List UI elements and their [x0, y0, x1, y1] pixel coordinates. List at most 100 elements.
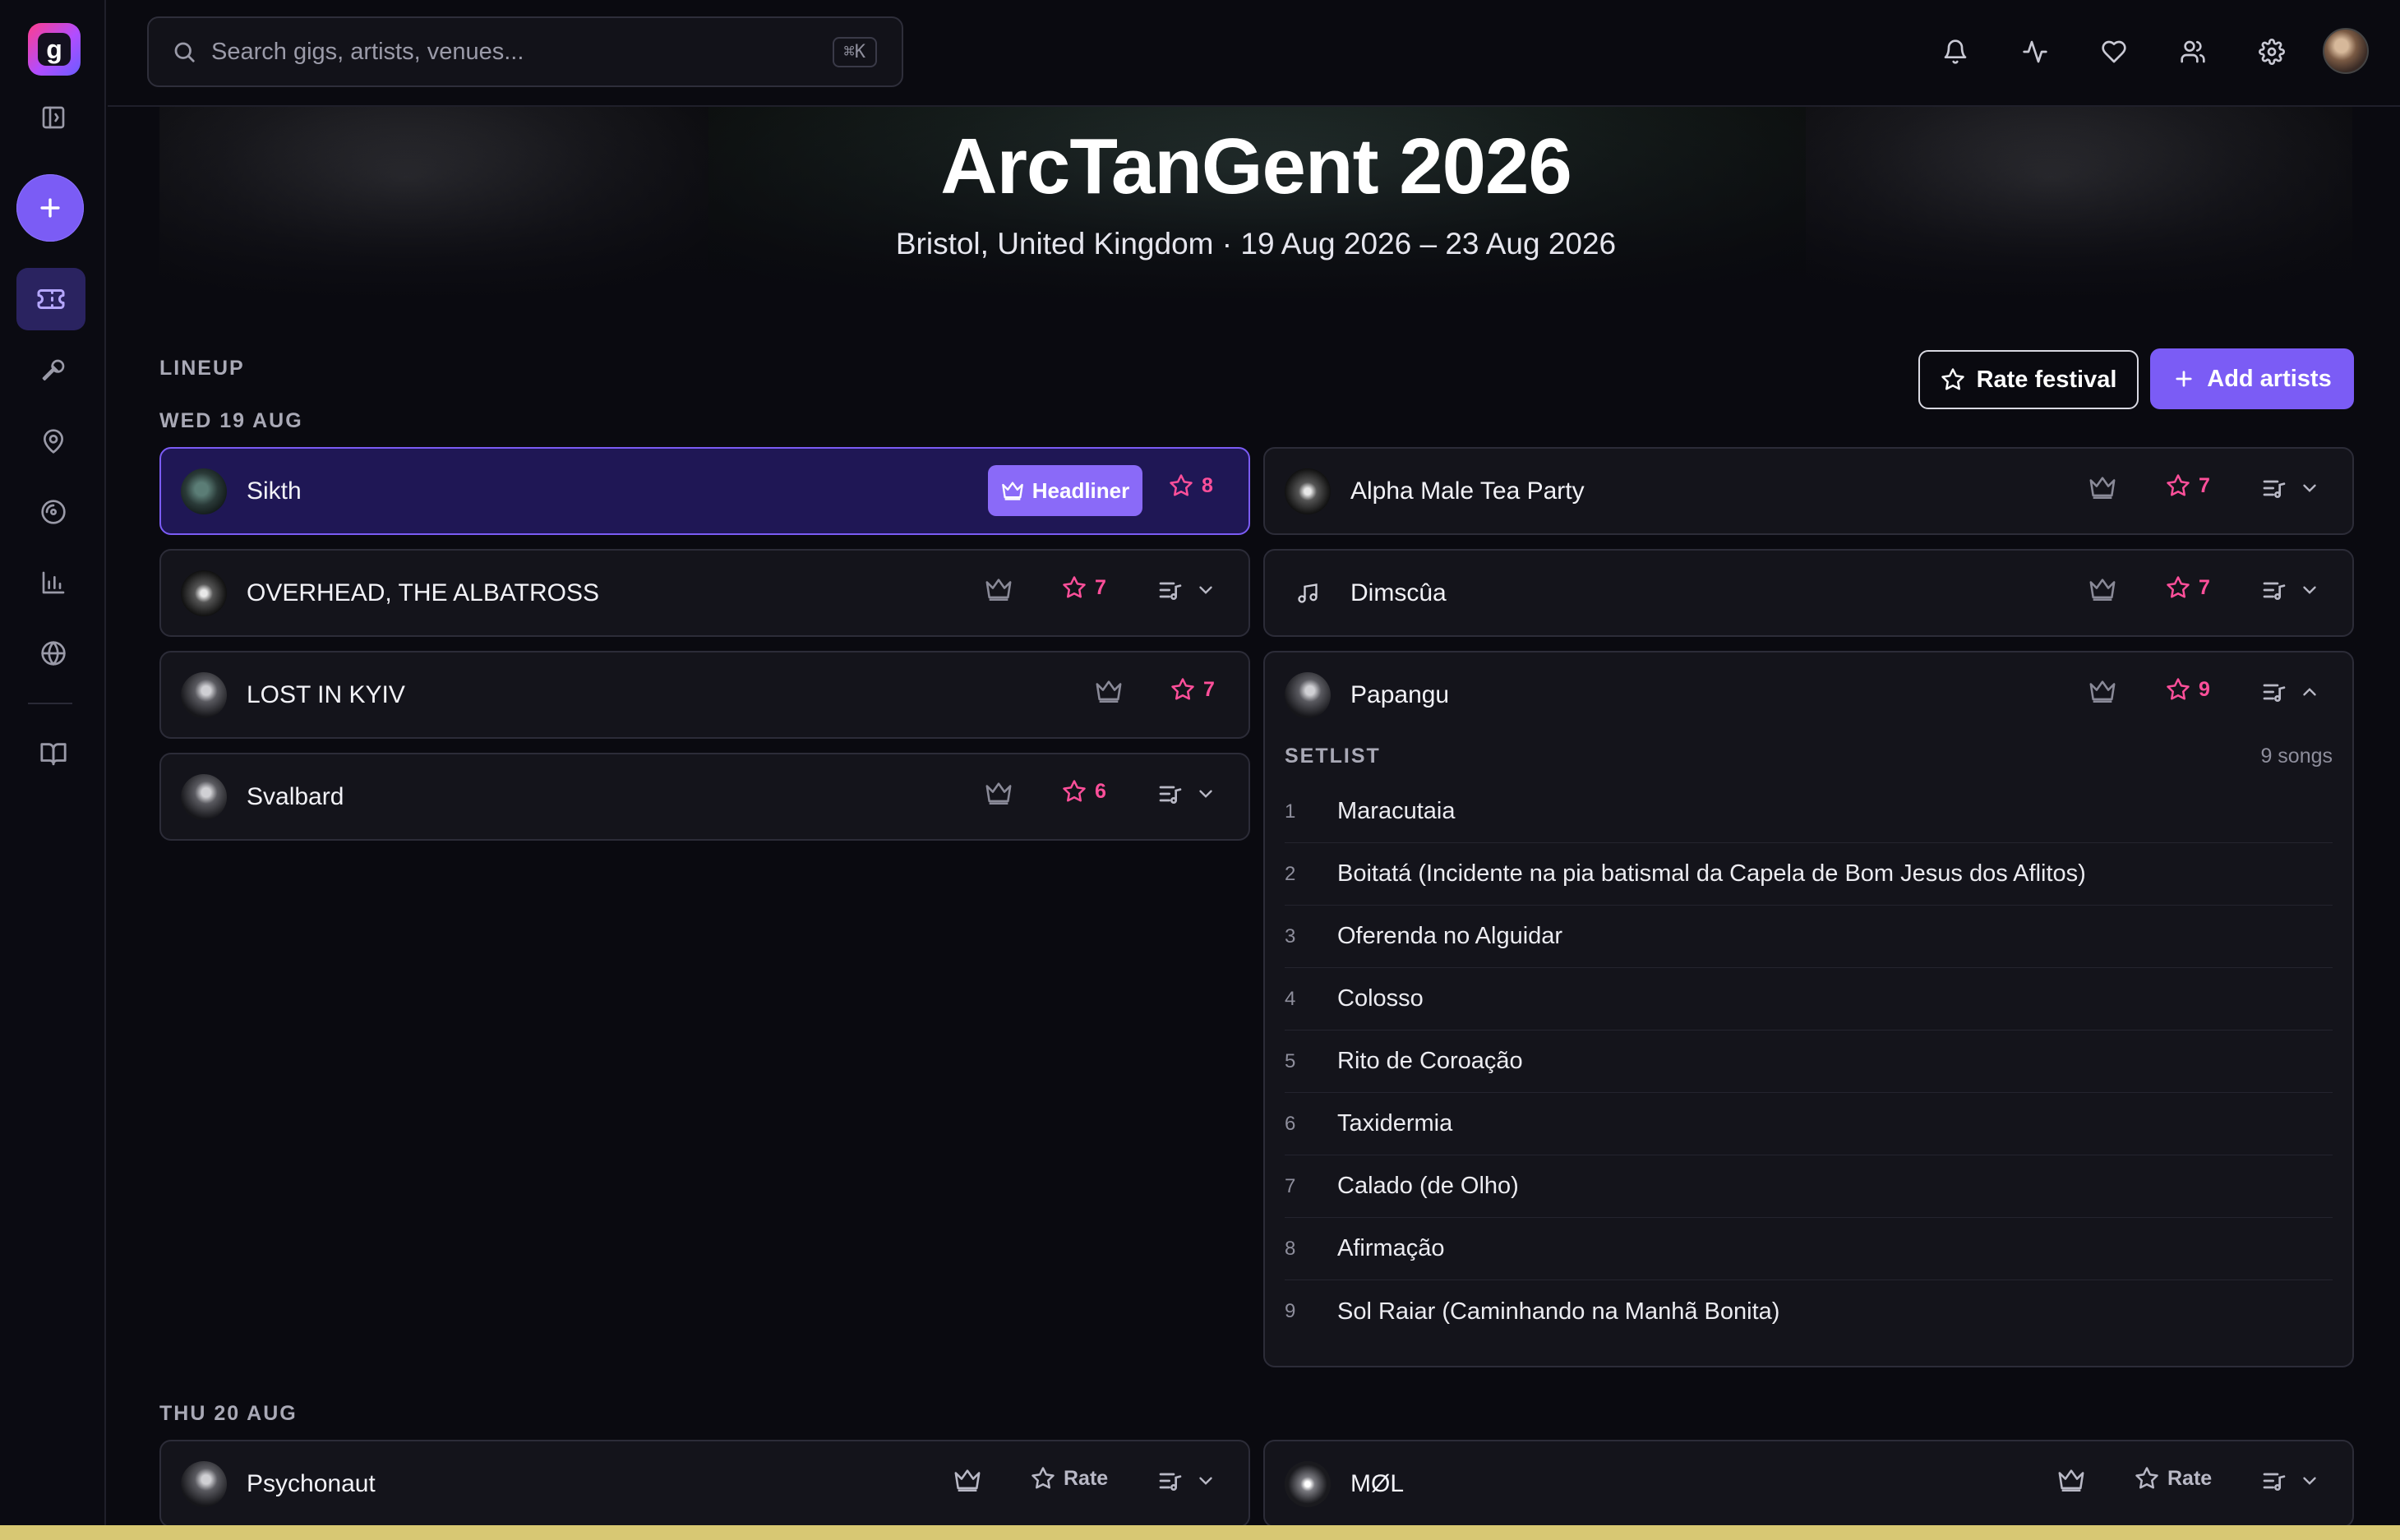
- artist-card-sikth[interactable]: Sikth Headliner 8: [159, 447, 1250, 535]
- setlist-item: 4 Colosso: [1285, 968, 2333, 1031]
- artist-name: Papangu: [1350, 681, 1450, 708]
- settings-button[interactable]: [2247, 27, 2296, 76]
- set-headliner-button[interactable]: [2057, 1466, 2085, 1494]
- setlist-toggle[interactable]: [1157, 577, 1216, 603]
- artist-row[interactable]: Sikth Headliner 8: [161, 449, 1248, 533]
- setlist-item: 3 Oferenda no Alguidar: [1285, 906, 2333, 968]
- setlist-item: 8 Afirmação: [1285, 1218, 2333, 1280]
- setlist-toggle[interactable]: [2261, 475, 2320, 501]
- artist-card-lost-in-kyiv[interactable]: LOST IN KYIV 7: [159, 651, 1250, 739]
- bottom-edge-strip: [0, 1525, 2400, 1540]
- artist-name: Dimscûa: [1350, 579, 1447, 606]
- search-input[interactable]: [211, 27, 833, 76]
- crown-icon: [2058, 1469, 2084, 1492]
- setlist-icon: [1159, 582, 1182, 600]
- artist-rating[interactable]: 9: [2166, 677, 2210, 702]
- set-headliner-button[interactable]: [2088, 677, 2116, 705]
- song-number: 3: [1285, 924, 1296, 948]
- crown-icon: [1001, 482, 1023, 500]
- setlist-toggle[interactable]: [2261, 1468, 2320, 1494]
- artist-card-svalbard[interactable]: Svalbard 6: [159, 753, 1250, 841]
- headliner-badge[interactable]: Headliner: [988, 465, 1142, 516]
- set-headliner-button[interactable]: [2088, 575, 2116, 603]
- sidebar-item-docs[interactable]: [28, 728, 79, 779]
- song-title: Maracutaia: [1337, 798, 1456, 824]
- search-box[interactable]: ⌘K: [147, 16, 903, 87]
- sidebar-item-venues[interactable]: [28, 416, 79, 467]
- artist-row[interactable]: Psychonaut Rate: [161, 1441, 1248, 1526]
- rate-festival-button[interactable]: Rate festival: [1918, 350, 2139, 409]
- artist-card-alpha-male-tea-party[interactable]: Alpha Male Tea Party 7: [1263, 447, 2354, 535]
- star-icon: [1941, 368, 1964, 390]
- setlist-toggle[interactable]: [2261, 577, 2320, 603]
- microphone-icon: [42, 359, 65, 380]
- set-headliner-button[interactable]: [985, 779, 1013, 807]
- artist-row[interactable]: LOST IN KYIV 7: [161, 652, 1248, 737]
- set-headliner-button[interactable]: [2088, 473, 2116, 501]
- artist-rating[interactable]: 6: [1062, 779, 1106, 804]
- setlist-item: 6 Taxidermia: [1285, 1093, 2333, 1155]
- artist-row[interactable]: MØL Rate: [1265, 1441, 2352, 1526]
- app-logo[interactable]: g: [28, 23, 81, 76]
- artist-row[interactable]: Dimscûa 7: [1265, 551, 2352, 635]
- star-icon: [1063, 576, 1086, 598]
- artist-rating[interactable]: 7: [2166, 575, 2210, 600]
- setlist-toggle[interactable]: [2261, 679, 2320, 705]
- setlist-icon: [1159, 786, 1182, 804]
- setlist-heading: SETLIST: [1285, 745, 1381, 768]
- set-headliner-button[interactable]: [1095, 677, 1123, 705]
- artist-rating[interactable]: 7: [2166, 473, 2210, 498]
- artist-card-papangu[interactable]: Papangu 9 SETLIST 9 songs 1 Maracutaia 2 B…: [1263, 651, 2354, 1367]
- top-bar: ⌘K: [108, 0, 2400, 107]
- setlist-list: 1 Maracutaia 2 Boitatá (Incidente na pia b…: [1285, 781, 2333, 1343]
- friends-button[interactable]: [2168, 27, 2218, 76]
- sidebar-item-artists[interactable]: [28, 345, 79, 396]
- star-icon: [1170, 474, 1193, 496]
- star-icon: [1032, 1467, 1055, 1489]
- setlist-count: 9 songs: [2260, 745, 2333, 768]
- search-shortcut: ⌘K: [832, 36, 877, 67]
- rate-artist-button[interactable]: Rate: [2135, 1466, 2212, 1491]
- plus-icon: [40, 198, 60, 218]
- artist-row[interactable]: OVERHEAD, THE ALBATROSS 7: [161, 551, 1248, 635]
- artist-card-dimscua[interactable]: Dimscûa 7: [1263, 549, 2354, 637]
- users-icon: [2181, 40, 2205, 63]
- sidebar-item-records[interactable]: [28, 486, 79, 537]
- artist-row[interactable]: Papangu 9: [1265, 652, 2352, 737]
- artist-card-psychonaut[interactable]: Psychonaut Rate: [159, 1440, 1250, 1528]
- artist-card-overhead-the-albatross[interactable]: OVERHEAD, THE ALBATROSS 7: [159, 549, 1250, 637]
- sidebar-item-explore[interactable]: [28, 628, 79, 679]
- sidebar-item-stats[interactable]: [28, 557, 79, 608]
- chevron-down-icon: [1199, 1477, 1212, 1485]
- lineup-label: LINEUP: [159, 357, 245, 380]
- setlist-toggle[interactable]: [1157, 781, 1216, 807]
- artist-name: MØL: [1350, 1470, 1405, 1497]
- ticket-icon: [37, 289, 65, 309]
- favorites-button[interactable]: [2089, 27, 2139, 76]
- song-number: 6: [1285, 1112, 1296, 1135]
- rating-value: 7: [1095, 575, 1106, 599]
- activity-button[interactable]: [2010, 27, 2060, 76]
- sidebar-add-button[interactable]: [16, 174, 84, 242]
- set-headliner-button[interactable]: [985, 575, 1013, 603]
- sidebar-item-gigs[interactable]: [16, 268, 85, 330]
- artist-rating[interactable]: 8: [1169, 473, 1213, 498]
- setlist-icon: [2263, 582, 2286, 600]
- artist-card-mol[interactable]: MØL Rate: [1263, 1440, 2354, 1528]
- sidebar: g: [0, 0, 106, 1540]
- add-artists-button[interactable]: Add artists: [2150, 348, 2354, 409]
- rate-artist-button[interactable]: Rate: [1031, 1466, 1108, 1491]
- artist-rating[interactable]: 7: [1170, 677, 1215, 702]
- notifications-button[interactable]: [1931, 27, 1980, 76]
- set-headliner-button[interactable]: [953, 1466, 981, 1494]
- sidebar-toggle-button[interactable]: [28, 92, 79, 143]
- artist-row[interactable]: Alpha Male Tea Party 7: [1265, 449, 2352, 533]
- star-icon: [2135, 1467, 2158, 1489]
- setlist-toggle[interactable]: [1157, 1468, 1216, 1494]
- rate-label: Rate: [1064, 1466, 1109, 1490]
- user-avatar[interactable]: [2323, 28, 2369, 74]
- artist-row[interactable]: Svalbard 6: [161, 754, 1248, 839]
- artist-name: LOST IN KYIV: [247, 681, 405, 708]
- artist-rating[interactable]: 7: [1062, 575, 1106, 600]
- disc-icon: [41, 500, 66, 524]
